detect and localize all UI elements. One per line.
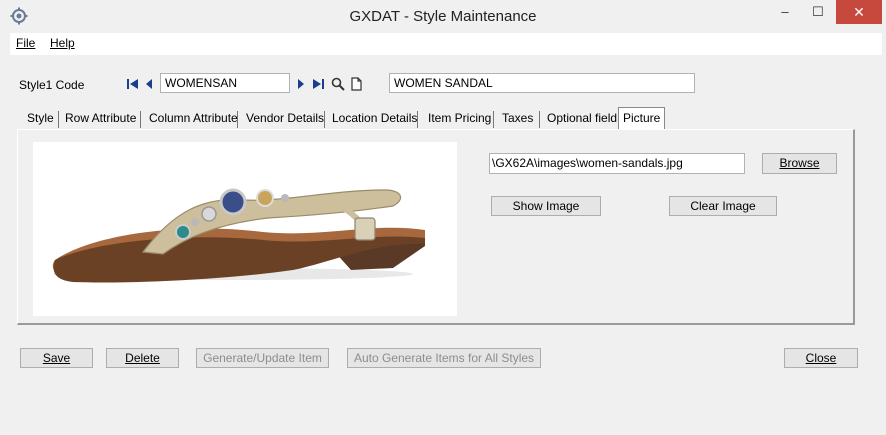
tab-row-attribute[interactable]: Row Attribute — [65, 108, 136, 129]
close-button[interactable]: Close — [784, 348, 858, 368]
tab-style[interactable]: Style — [27, 108, 54, 129]
tab-vendor-details[interactable]: Vendor Details — [246, 108, 324, 129]
show-image-button[interactable]: Show Image — [491, 196, 601, 216]
maximize-button[interactable]: ☐ — [803, 0, 833, 24]
style-code-label: Style1 Code — [19, 78, 85, 92]
generate-update-item-label: Generate/Update Item — [203, 351, 322, 365]
tab-location-details[interactable]: Location Details — [332, 108, 417, 129]
delete-button[interactable]: Delete — [106, 348, 179, 368]
menu-bar: File Help — [10, 33, 882, 55]
tab-column-attribute[interactable]: Column Attribute — [149, 108, 238, 129]
save-button[interactable]: Save — [20, 348, 93, 368]
minimize-button[interactable]: – — [770, 0, 800, 24]
browse-button-label: Browse — [779, 156, 820, 170]
previous-record-icon[interactable] — [144, 77, 154, 91]
title-bar: GXDAT - Style Maintenance – ☐ ✕ — [0, 0, 886, 33]
tab-taxes[interactable]: Taxes — [502, 108, 533, 129]
product-image — [33, 142, 457, 316]
clear-image-button[interactable]: Clear Image — [669, 196, 777, 216]
generate-update-item-button[interactable]: Generate/Update Item — [196, 348, 329, 368]
tab-separator — [417, 111, 418, 128]
first-record-icon[interactable] — [126, 77, 140, 91]
sandal-image — [52, 188, 425, 283]
close-button-label: Close — [805, 351, 837, 365]
menu-help[interactable]: Help — [50, 36, 75, 50]
clear-image-label: Clear Image — [690, 199, 756, 213]
menu-file[interactable]: File — [16, 36, 35, 50]
tab-separator — [237, 111, 238, 128]
last-record-icon[interactable] — [311, 77, 325, 91]
tab-separator — [493, 111, 494, 128]
browse-button[interactable]: Browse — [762, 153, 837, 174]
auto-generate-items-label: Auto Generate Items for All Styles — [353, 351, 535, 365]
delete-button-label: Delete — [125, 351, 160, 365]
next-record-icon[interactable] — [296, 77, 306, 91]
search-icon[interactable] — [331, 77, 345, 91]
style-description-input[interactable]: WOMEN SANDAL — [389, 73, 695, 93]
close-window-button[interactable]: ✕ — [836, 0, 882, 24]
tab-picture[interactable]: Picture — [618, 107, 666, 129]
tab-separator — [58, 111, 59, 128]
tab-separator — [140, 111, 141, 128]
window-title: GXDAT - Style Maintenance — [349, 8, 537, 25]
save-button-label: Save — [42, 351, 71, 365]
show-image-label: Show Image — [512, 199, 580, 213]
tab-separator — [539, 111, 540, 128]
style-code-input[interactable]: WOMENSAN — [160, 73, 290, 93]
tab-separator — [324, 111, 325, 128]
auto-generate-items-button[interactable]: Auto Generate Items for All Styles — [347, 348, 541, 368]
new-document-icon[interactable] — [350, 77, 363, 91]
tab-item-pricing[interactable]: Item Pricing — [428, 108, 491, 129]
tab-optional-field[interactable]: Optional field — [547, 108, 617, 129]
image-path-input[interactable]: \GX62A\images\women-sandals.jpg — [489, 153, 745, 174]
